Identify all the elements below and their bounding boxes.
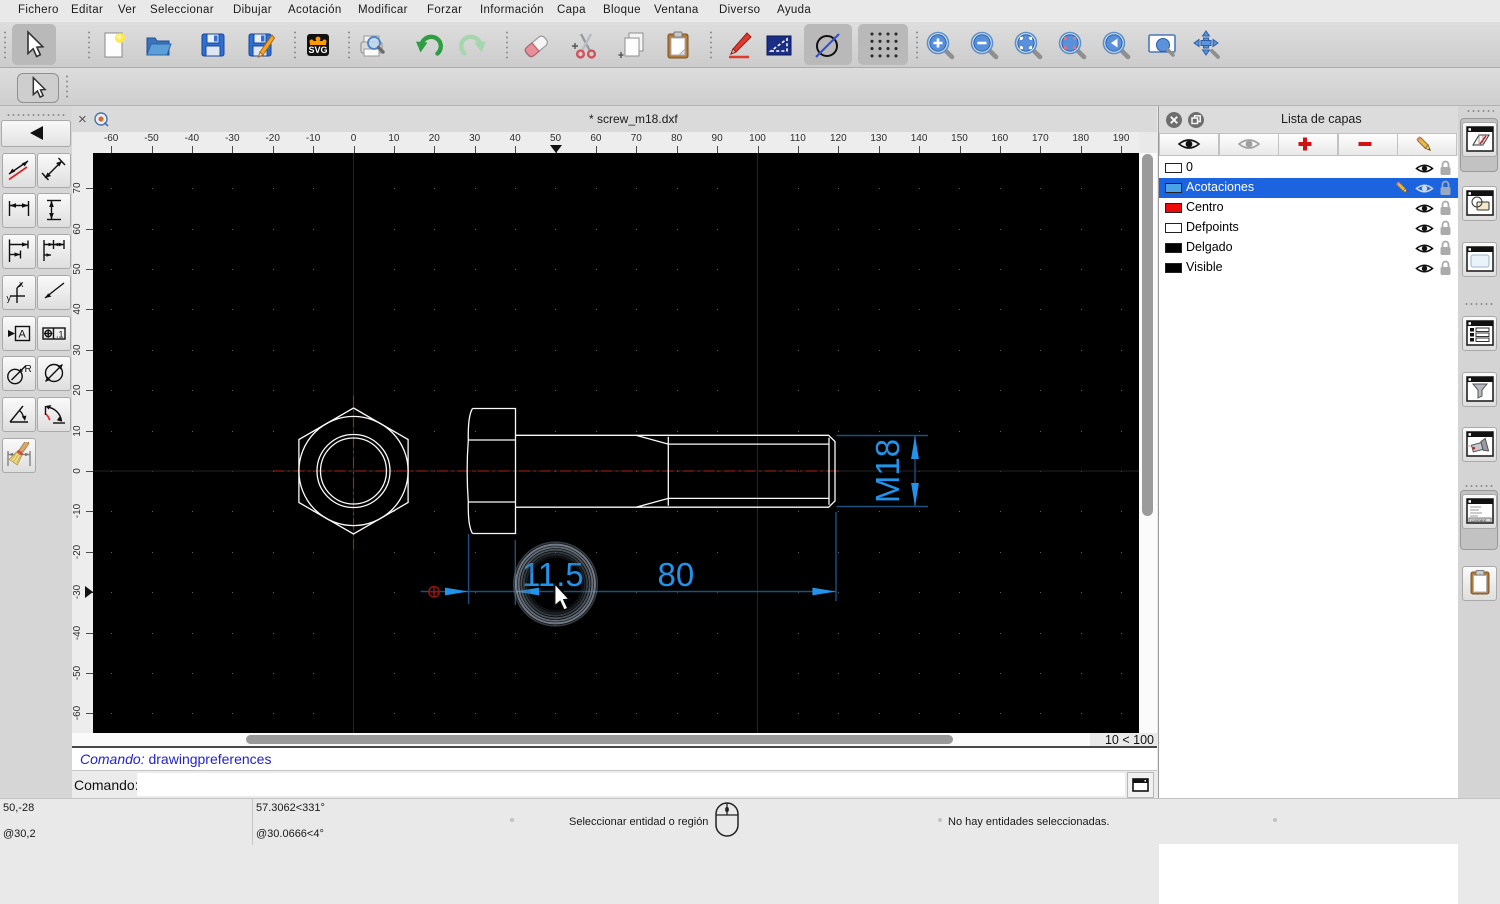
svg-text:80: 80 — [658, 556, 695, 593]
svg-text:A: A — [19, 329, 27, 341]
svg-text:R: R — [25, 364, 32, 375]
svg-text:.1: .1 — [56, 330, 64, 340]
svg-text:SVG: SVG — [308, 45, 327, 55]
svg-text:y: y — [7, 293, 12, 303]
svg-text:command: command — [1471, 519, 1486, 523]
svg-text:M18: M18 — [869, 439, 906, 503]
